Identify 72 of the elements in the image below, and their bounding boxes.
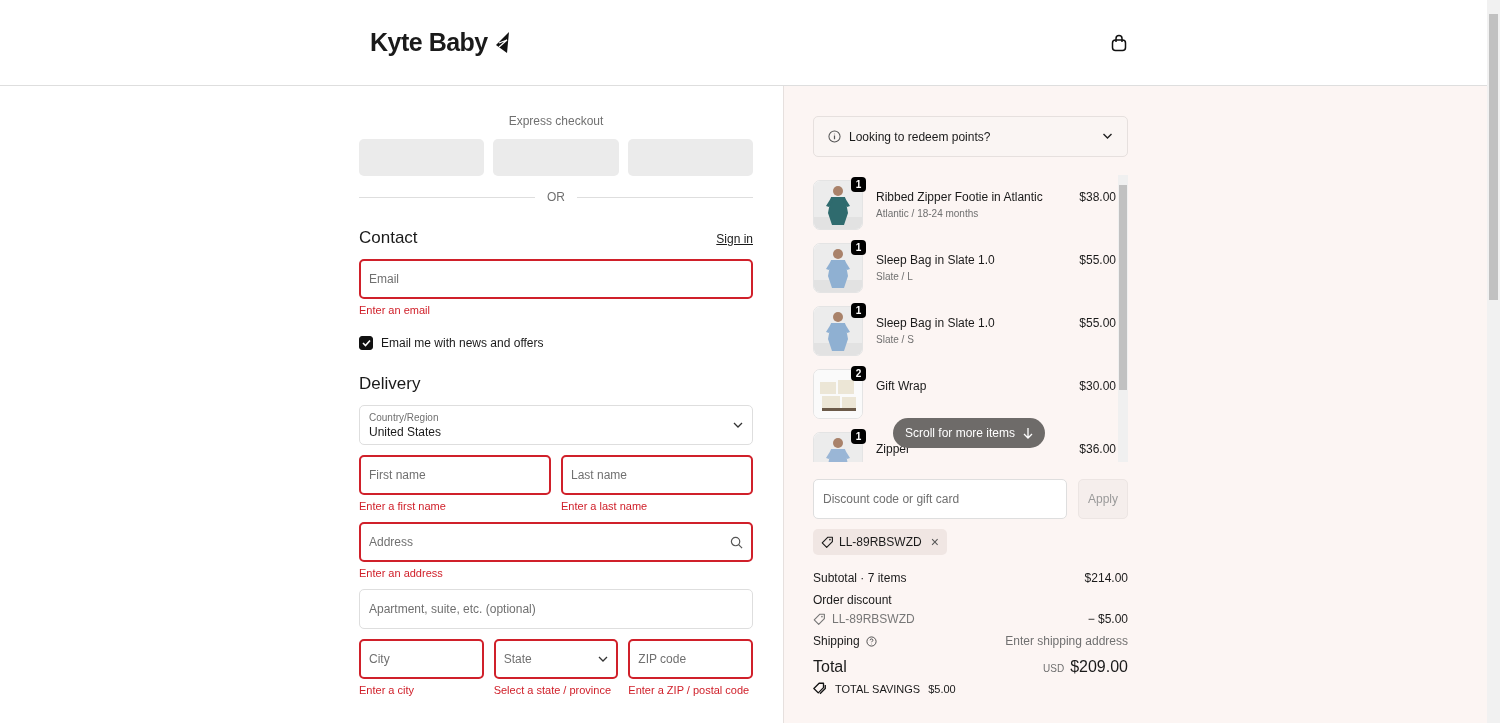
input-field[interactable]: City [359,639,484,679]
discount-code: LL-89RBSWZD [832,612,915,626]
error-message: Select a state / province [493,684,613,696]
quantity-badge: 1 [851,240,866,255]
sign-in-link[interactable]: Sign in [716,232,753,246]
input-field[interactable]: Apartment, suite, etc. (optional) [359,589,753,629]
discount-field[interactable]: Discount code or gift card [813,479,1067,519]
error-message: Enter a last name [561,500,649,512]
section-heading: Contact [359,228,418,248]
error-message: Enter a first name [359,500,447,512]
subtotal-value: $214.00 [1084,571,1128,585]
help-icon[interactable] [865,635,877,647]
savings-value: $5.00 [928,682,956,695]
shipping-label: Shipping [813,634,860,648]
page-scrollbar[interactable] [1487,0,1500,723]
currency-code: USD [1043,663,1065,674]
product-price: $36.00 [1079,441,1117,456]
product-variant: Slate / S [876,334,915,345]
tag-icon [821,535,834,549]
field-value: United States [369,424,443,439]
brand-logo[interactable]: Kyte Baby [370,28,488,57]
shopping-bag-icon[interactable] [1111,33,1127,52]
discount-tag: LL-89RBSWZD × [813,529,947,555]
country-select[interactable]: Country/Region United States [359,405,753,445]
express-checkout-title: Express checkout [507,114,605,128]
chevron-down-icon [733,421,743,429]
input-field[interactable]: ZIP code [628,639,753,679]
search-icon [730,535,743,549]
field-label: Country/Region [369,411,440,423]
arrow-down-icon [1023,427,1034,439]
quantity-badge: 1 [851,429,866,444]
error-message: Enter a ZIP / postal code [628,684,751,696]
total-value: $209.00 [1070,658,1128,676]
product-price: $30.00 [1079,378,1117,393]
product-price: $55.00 [1079,315,1117,330]
product-price: $38.00 [1079,189,1117,204]
quantity-badge: 1 [851,303,866,318]
address-field[interactable]: Address [359,522,753,562]
chevron-down-icon [1102,133,1113,140]
subtotal-label: Subtotal · 7 items [813,571,907,585]
quantity-badge: 1 [851,177,866,192]
shipping-value: Enter shipping address [1005,634,1128,648]
discount-value: − $5.00 [1087,612,1128,626]
input-field[interactable]: Last name [561,455,753,495]
discount-label: Order discount [813,593,892,607]
scrollbar[interactable] [1118,175,1128,462]
error-message: Enter an address [359,567,444,579]
error-message: Enter a city [359,684,416,696]
divider-label: OR [547,190,565,204]
product-variant: Atlantic / 18-24 months [876,208,980,219]
input-field[interactable]: Email [359,259,753,299]
product-name: Ribbed Zipper Footie in Atlantic [876,190,1044,204]
quantity-badge: 2 [851,366,866,381]
total-label: Total [813,658,847,676]
savings-label: TOTAL SAVINGS [835,682,921,695]
info-icon [828,130,841,143]
section-heading: Delivery [359,374,421,394]
input-field[interactable]: First name [359,455,551,495]
tag-icon [813,612,826,626]
checkbox-label: Email me with news and offers [381,336,544,350]
error-message: Enter an email [359,304,431,316]
checkbox[interactable] [359,336,373,350]
state-select[interactable]: State [493,639,619,679]
product-name: Gift Wrap [876,379,928,393]
chevron-down-icon [598,655,609,663]
product-name: Sleep Bag in Slate 1.0 [876,253,996,267]
tags-icon [813,682,827,695]
close-icon[interactable]: × [930,534,939,550]
product-name: Sleep Bag in Slate 1.0 [876,316,996,330]
redeem-points-toggle[interactable]: Looking to redeem points? [813,116,1128,157]
product-variant: Slate / L [876,271,914,282]
product-price: $55.00 [1079,252,1117,267]
